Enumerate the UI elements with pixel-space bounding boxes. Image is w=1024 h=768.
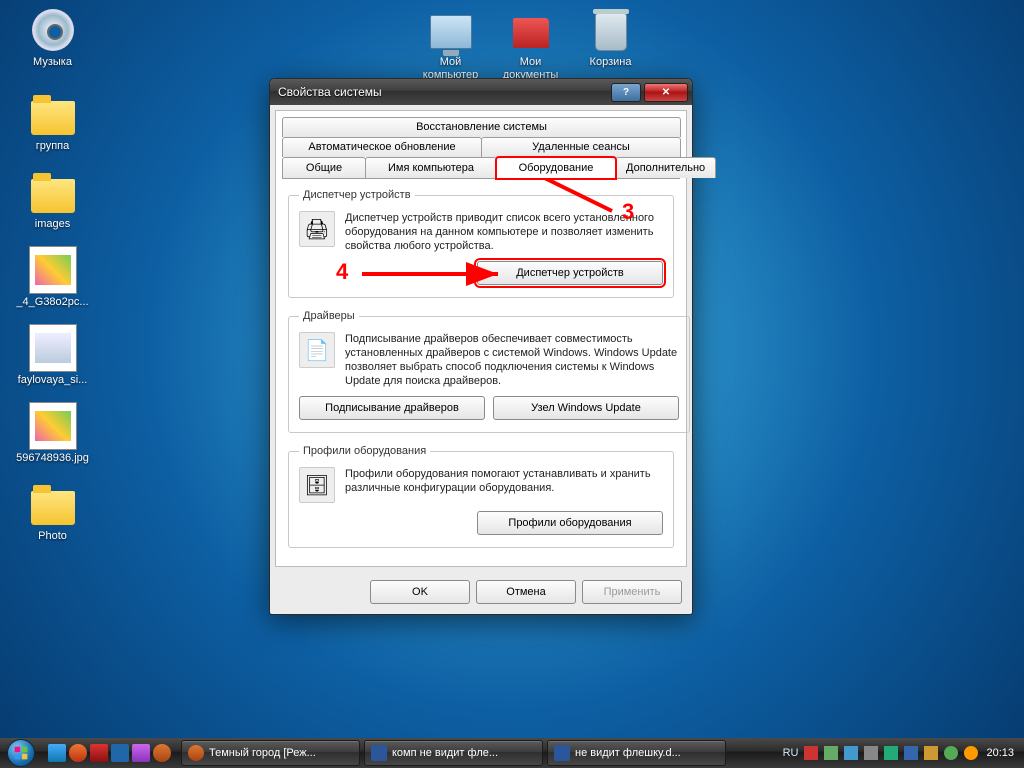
- tray-icon[interactable]: [944, 746, 958, 760]
- windows-update-button[interactable]: Узел Windows Update: [493, 396, 679, 420]
- hardware-profiles-button[interactable]: Профили оборудования: [477, 511, 663, 535]
- group-hardware-profiles: Профили оборудования 🗄 Профили оборудова…: [288, 445, 674, 548]
- tray-icon[interactable]: [864, 746, 878, 760]
- desktop-icon-image1[interactable]: _4_G38o2pc...: [15, 246, 90, 309]
- system-properties-dialog: Свойства системы ? ✕ Восстановление сист…: [269, 78, 693, 615]
- firefox-icon: [188, 745, 204, 761]
- titlebar[interactable]: Свойства системы ? ✕: [270, 79, 692, 105]
- group-text: Диспетчер устройств приводит список всег…: [345, 211, 663, 253]
- help-button[interactable]: ?: [611, 83, 641, 102]
- cd-icon: [29, 6, 77, 54]
- folder-icon: [29, 90, 77, 138]
- folder-icon: [29, 168, 77, 216]
- hardware-profiles-icon: 🗄: [299, 467, 335, 503]
- desktop: Музыка Мой компьютер Мои документы Корзи…: [0, 0, 1024, 768]
- tab-general[interactable]: Общие: [282, 157, 366, 178]
- group-text: Профили оборудования помогают устанавлив…: [345, 467, 663, 495]
- group-legend: Диспетчер устройств: [299, 189, 415, 201]
- start-button[interactable]: [0, 738, 42, 768]
- apply-button[interactable]: Применить: [582, 580, 682, 604]
- cancel-button[interactable]: Отмена: [476, 580, 576, 604]
- taskbar-tasks: Темный город [Реж... комп не видит фле..…: [177, 740, 775, 766]
- desktop-icon-gruppa[interactable]: группа: [15, 90, 90, 153]
- desktop-icon-music[interactable]: Музыка: [15, 6, 90, 69]
- desktop-icon-image2[interactable]: faylovaya_si...: [15, 324, 90, 387]
- documents-icon: [507, 6, 555, 54]
- tab-content-hardware: Диспетчер устройств 🖨 Диспетчер устройст…: [282, 178, 680, 566]
- desktop-icon-image3[interactable]: 596748936.jpg: [15, 402, 90, 465]
- task-label: Темный город [Реж...: [209, 747, 316, 759]
- icon-label: Музыка: [15, 56, 90, 69]
- device-manager-icon: 🖨: [299, 211, 335, 247]
- quick-launch-ie-icon[interactable]: [48, 744, 66, 762]
- tab-system-restore[interactable]: Восстановление системы: [282, 117, 681, 137]
- tab-remote[interactable]: Удаленные сеансы: [481, 137, 681, 157]
- desktop-icon-recycle[interactable]: Корзина: [573, 6, 648, 69]
- desktop-icon-photo[interactable]: Photo: [15, 480, 90, 543]
- quick-launch-app-icon[interactable]: [132, 744, 150, 762]
- group-device-manager: Диспетчер устройств 🖨 Диспетчер устройст…: [288, 189, 674, 298]
- ok-button[interactable]: OK: [370, 580, 470, 604]
- desktop-icon-images[interactable]: images: [15, 168, 90, 231]
- recycle-bin-icon: [587, 6, 635, 54]
- folder-icon: [29, 480, 77, 528]
- windows-orb-icon: [7, 739, 35, 767]
- group-drivers: Драйверы 📄 Подписывание драйверов обеспе…: [288, 310, 690, 433]
- tray-icon[interactable]: [884, 746, 898, 760]
- quick-launch-firefox-icon[interactable]: [153, 744, 171, 762]
- language-indicator[interactable]: RU: [783, 747, 799, 759]
- task-label: не видит флешку.d...: [575, 747, 681, 759]
- group-legend: Профили оборудования: [299, 445, 430, 457]
- word-icon: [371, 745, 387, 761]
- device-manager-button[interactable]: Диспетчер устройств: [477, 261, 663, 285]
- desktop-icon-mycomputer[interactable]: Мой компьютер: [413, 6, 488, 82]
- icon-label: Photo: [15, 530, 90, 543]
- tray-icon[interactable]: [824, 746, 838, 760]
- quick-launch-chrome-icon[interactable]: [69, 744, 87, 762]
- window-title: Свойства системы: [278, 85, 608, 99]
- dialog-footer: OK Отмена Применить: [270, 572, 692, 614]
- group-text: Подписывание драйверов обеспечивает совм…: [345, 332, 679, 388]
- icon-label: faylovaya_si...: [15, 374, 90, 387]
- tray-icon[interactable]: [804, 746, 818, 760]
- icon-label: Корзина: [573, 56, 648, 69]
- taskbar-item-word1[interactable]: комп не видит фле...: [364, 740, 543, 766]
- icon-label: группа: [15, 140, 90, 153]
- quick-launch-save-icon[interactable]: [111, 744, 129, 762]
- desktop-icon-mydocs[interactable]: Мои документы: [493, 6, 568, 82]
- image-thumb-icon: [29, 402, 77, 450]
- computer-icon: [427, 6, 475, 54]
- tray-icon[interactable]: [924, 746, 938, 760]
- tray-icon[interactable]: [964, 746, 978, 760]
- icon-label: 596748936.jpg: [15, 452, 90, 465]
- image-thumb-icon: [29, 246, 77, 294]
- group-legend: Драйверы: [299, 310, 359, 322]
- tab-auto-update[interactable]: Автоматическое обновление: [282, 137, 482, 157]
- tray-icon[interactable]: [844, 746, 858, 760]
- tab-advanced[interactable]: Дополнительно: [615, 157, 716, 178]
- system-tray: RU 20:13: [775, 746, 1024, 760]
- drivers-icon: 📄: [299, 332, 335, 368]
- close-button[interactable]: ✕: [644, 83, 688, 102]
- tab-hardware[interactable]: Оборудование: [496, 157, 616, 179]
- word-icon: [554, 745, 570, 761]
- clock[interactable]: 20:13: [984, 747, 1016, 759]
- taskbar-item-word2[interactable]: не видит флешку.d...: [547, 740, 726, 766]
- quick-launch-opera-icon[interactable]: [90, 744, 108, 762]
- taskbar-item-firefox[interactable]: Темный город [Реж...: [181, 740, 360, 766]
- driver-signing-button[interactable]: Подписывание драйверов: [299, 396, 485, 420]
- tab-computer-name[interactable]: Имя компьютера: [365, 157, 497, 178]
- image-thumb-icon: [29, 324, 77, 372]
- tray-icon[interactable]: [904, 746, 918, 760]
- tab-strip: Восстановление системы Автоматическое об…: [276, 111, 686, 178]
- taskbar: Темный город [Реж... комп не видит фле..…: [0, 738, 1024, 768]
- icon-label: images: [15, 218, 90, 231]
- dialog-body: Восстановление системы Автоматическое об…: [275, 110, 687, 567]
- icon-label: _4_G38o2pc...: [15, 296, 90, 309]
- task-label: комп не видит фле...: [392, 747, 498, 759]
- quick-launch: [42, 744, 177, 762]
